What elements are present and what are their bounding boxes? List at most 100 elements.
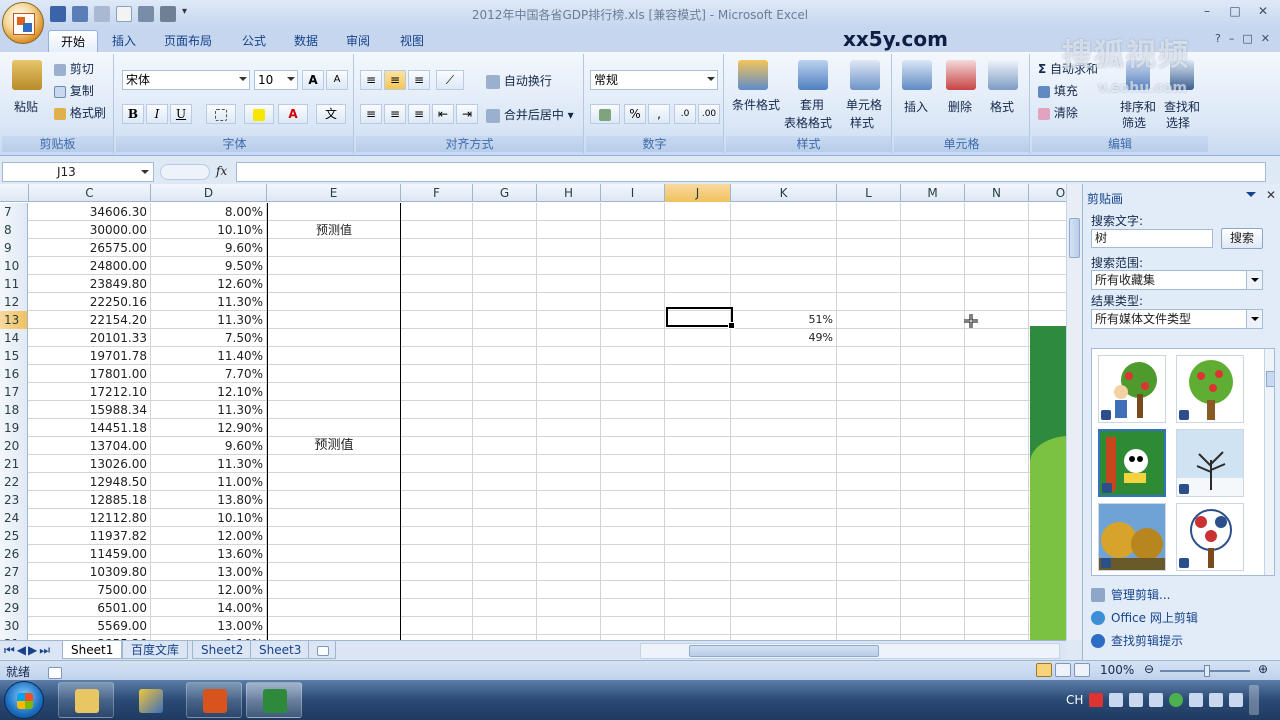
cell-gdp[interactable]: 17801.00 [29, 365, 151, 383]
cell-empty[interactable] [401, 383, 473, 401]
currency-button[interactable] [590, 104, 620, 124]
cell-empty[interactable] [601, 257, 665, 275]
cell-empty[interactable] [901, 275, 965, 293]
cell-note[interactable] [267, 311, 401, 329]
cell-growth[interactable]: 13.60% [151, 545, 267, 563]
column-header[interactable]: K [731, 184, 837, 202]
row-header[interactable]: 27 [0, 563, 28, 581]
cell-empty[interactable] [1029, 221, 1066, 239]
cell-growth[interactable]: 12.00% [151, 527, 267, 545]
cell-empty[interactable] [537, 437, 601, 455]
cell-growth[interactable]: 12.60% [151, 275, 267, 293]
cell-percent[interactable] [731, 275, 837, 293]
vertical-scrollbar[interactable] [1066, 184, 1082, 640]
conditional-format-button[interactable]: 条件格式 [732, 96, 780, 113]
cell-gdp[interactable]: 11937.82 [29, 527, 151, 545]
formula-input[interactable] [236, 162, 1266, 182]
cell-gdp[interactable]: 5569.00 [29, 617, 151, 635]
cell-empty[interactable] [965, 455, 1029, 473]
cell-empty[interactable] [965, 347, 1029, 365]
cell-gdp[interactable]: 13026.00 [29, 455, 151, 473]
cell-note[interactable] [267, 599, 401, 617]
tab-review[interactable]: 审阅 [334, 30, 382, 52]
cell-percent[interactable] [731, 383, 837, 401]
cell-empty[interactable] [473, 347, 537, 365]
cell-empty[interactable] [901, 563, 965, 581]
cell-empty[interactable] [537, 401, 601, 419]
cell-note[interactable]: 预测值 [267, 437, 401, 455]
cell-percent[interactable] [731, 365, 837, 383]
cell-empty[interactable] [473, 473, 537, 491]
cell-empty[interactable] [473, 581, 537, 599]
clear-button[interactable]: 清除 [1038, 104, 1078, 121]
cell-empty[interactable] [601, 401, 665, 419]
cell-empty[interactable] [901, 527, 965, 545]
input-language[interactable]: CH [1066, 693, 1083, 707]
cell-gdp[interactable]: 6501.00 [29, 599, 151, 617]
align-bottom-button[interactable]: ≡ [408, 70, 430, 90]
cell-gdp[interactable]: 34606.30 [29, 203, 151, 221]
cell-empty[interactable] [665, 545, 731, 563]
sort-filter-button[interactable]: 排序和 [1120, 98, 1156, 115]
cell-gdp[interactable]: 7500.00 [29, 581, 151, 599]
cell-gdp[interactable]: 24800.00 [29, 257, 151, 275]
cell-empty[interactable] [401, 545, 473, 563]
cell-note[interactable] [267, 401, 401, 419]
cell-empty[interactable] [473, 383, 537, 401]
cell-note[interactable] [267, 473, 401, 491]
cell-percent[interactable] [731, 509, 837, 527]
cell-percent[interactable] [731, 491, 837, 509]
sheet-tab-sheet3[interactable]: Sheet3 [250, 641, 311, 659]
doc-minimize-button[interactable]: – [1229, 32, 1235, 45]
cell-growth[interactable]: 7.70% [151, 365, 267, 383]
cell-gdp[interactable]: 11459.00 [29, 545, 151, 563]
sheet-tab-baidu[interactable]: 百度文库 [122, 641, 189, 659]
cell-percent[interactable] [731, 617, 837, 635]
cell-empty[interactable] [837, 437, 901, 455]
cell-empty[interactable] [837, 275, 901, 293]
cell-empty[interactable] [537, 221, 601, 239]
cell-note[interactable] [267, 545, 401, 563]
row-header[interactable]: 14 [0, 329, 28, 347]
cell-note[interactable] [267, 581, 401, 599]
cell-empty[interactable] [401, 239, 473, 257]
cell-empty[interactable] [537, 311, 601, 329]
cell-empty[interactable] [837, 473, 901, 491]
cell-empty[interactable] [601, 563, 665, 581]
macro-record-icon[interactable] [47, 666, 62, 679]
cell-growth[interactable]: 13.00% [151, 563, 267, 581]
cell-growth[interactable]: 12.00% [151, 581, 267, 599]
cell-empty[interactable] [473, 311, 537, 329]
cell-gdp[interactable]: 12112.80 [29, 509, 151, 527]
cell-growth[interactable]: 13.00% [151, 617, 267, 635]
cell-empty[interactable] [965, 383, 1029, 401]
cell-empty[interactable] [665, 401, 731, 419]
cell-percent[interactable] [731, 419, 837, 437]
pane-close-icon[interactable]: ✕ [1266, 188, 1276, 202]
cell-empty[interactable] [665, 275, 731, 293]
cell-empty[interactable] [901, 509, 965, 527]
cell-empty[interactable] [965, 491, 1029, 509]
cell-empty[interactable] [665, 455, 731, 473]
cell-empty[interactable] [837, 383, 901, 401]
clipart-item-selected[interactable] [1098, 429, 1166, 497]
cell-empty[interactable] [537, 347, 601, 365]
minimize-button[interactable]: – [1194, 2, 1220, 20]
cell-empty[interactable] [837, 563, 901, 581]
orientation-button[interactable]: ⟋ [436, 70, 464, 90]
cell-growth[interactable]: 12.10% [151, 383, 267, 401]
cell-empty[interactable] [901, 329, 965, 347]
doc-restore-button[interactable]: □ [1242, 32, 1252, 45]
cell-empty[interactable] [601, 617, 665, 635]
row-header[interactable]: 28 [0, 581, 28, 599]
cell-note[interactable] [267, 203, 401, 221]
cell-empty[interactable] [1029, 293, 1066, 311]
cell-percent[interactable] [731, 257, 837, 275]
row-header[interactable]: 17 [0, 383, 28, 401]
cell-percent[interactable] [731, 293, 837, 311]
cell-empty[interactable] [837, 311, 901, 329]
cell-empty[interactable] [965, 203, 1029, 221]
chevron-down-icon[interactable] [1246, 271, 1262, 289]
cell-empty[interactable] [537, 329, 601, 347]
cell-empty[interactable] [665, 437, 731, 455]
